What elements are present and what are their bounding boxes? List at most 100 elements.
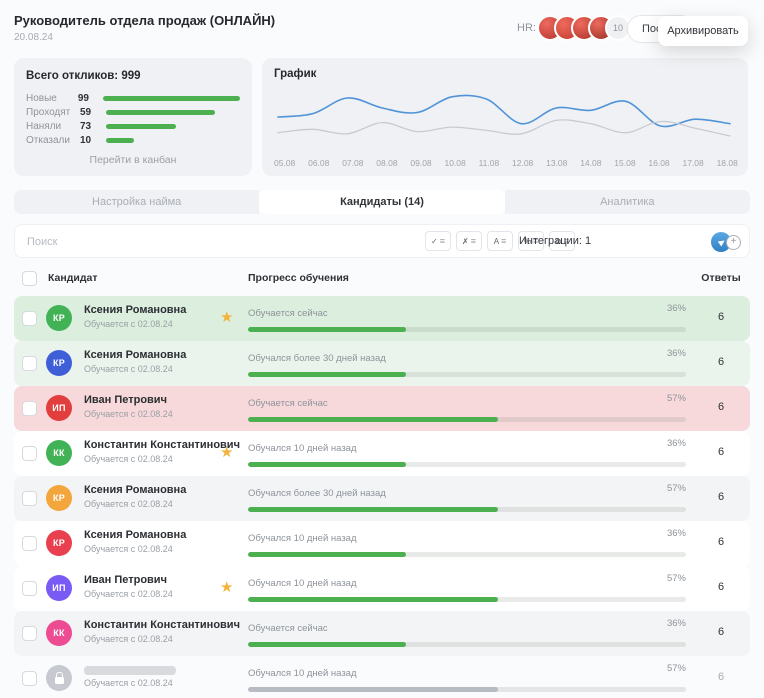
training-status: Обучался более 30 дней назад: [248, 488, 386, 499]
tab-0[interactable]: Настройка найма: [14, 190, 260, 214]
progress-percent: 36%: [666, 303, 686, 314]
answers-count: 6: [717, 626, 725, 638]
training-progress: Обучается сейчас 57%: [248, 393, 686, 422]
progress-bar: [248, 507, 686, 512]
avatar-initials: КК: [53, 628, 65, 638]
hr-avatar-stack[interactable]: 10: [537, 15, 631, 41]
row-checkbox[interactable]: [22, 626, 37, 641]
progress-fill: [248, 642, 406, 647]
row-checkbox[interactable]: [22, 311, 37, 326]
stat-row: Новые 99: [26, 91, 241, 105]
gray-series: [277, 119, 731, 137]
add-integration-button[interactable]: +: [726, 234, 741, 250]
avatar: КР: [46, 530, 72, 556]
progress-bar: [248, 417, 686, 422]
stat-label: Новые: [26, 92, 57, 104]
table-row[interactable]: КР Ксения Романовна Обучается с 02.08.24…: [14, 521, 750, 566]
candidate-name: Ксения Романовна: [84, 349, 187, 361]
progress-percent: 57%: [666, 573, 686, 584]
candidate-subtitle: Обучается с 02.08.24: [84, 634, 173, 644]
x-tick-label: 14.08: [580, 158, 602, 168]
table-row[interactable]: ИП Иван Петрович Обучается с 02.08.24 Об…: [14, 386, 750, 431]
stat-value: 73: [80, 120, 92, 132]
table-row[interactable]: КР Ксения Романовна Обучается с 02.08.24…: [14, 296, 750, 341]
candidate-name: Константин Константинович: [84, 619, 240, 631]
training-progress: Обучался 10 дней назад 36%: [248, 528, 686, 557]
progress-bar: [248, 462, 686, 467]
kanban-link[interactable]: Перейти в канбан: [14, 154, 252, 166]
letter-filter-button[interactable]: А ≡: [487, 231, 513, 251]
stat-row: Наняли 73: [26, 119, 240, 133]
candidate-info: Иван Петрович Обучается с 02.08.24: [84, 394, 173, 419]
table-row[interactable]: ИП Иван Петрович Обучается с 02.08.24 ★ …: [14, 566, 750, 611]
tab-2[interactable]: Аналитика: [504, 190, 750, 214]
candidate-subtitle: Обучается с 02.08.24: [84, 409, 173, 419]
search-input[interactable]: [27, 232, 327, 252]
column-candidate: Кандидат: [48, 272, 98, 284]
x-tick-label: 09.08: [410, 158, 432, 168]
stat-bar: [106, 137, 134, 143]
progress-bar: [248, 597, 686, 602]
progress-percent: 36%: [666, 348, 686, 359]
row-checkbox[interactable]: [22, 536, 37, 551]
candidate-name: Ксения Романовна: [84, 304, 187, 316]
progress-fill: [248, 372, 406, 377]
x-tick-label: 07.08: [342, 158, 364, 168]
stat-value: 10: [80, 134, 92, 146]
progress-percent: 36%: [666, 618, 686, 629]
x-tick-label: 12.08: [512, 158, 534, 168]
chart-x-axis: 05.08 06.08 07.08 08.08 09.08 10.08 11.08 12.08…: [274, 158, 738, 168]
select-all-checkbox[interactable]: [22, 271, 37, 286]
training-progress: Обучался 10 дней назад 36%: [248, 438, 686, 467]
candidate-name: Ксения Романовна: [84, 529, 187, 541]
candidate-info: Ксения Романовна Обучается с 02.08.24: [84, 349, 186, 374]
check-filter-button[interactable]: ✓ ≡: [425, 231, 451, 251]
table-row[interactable]: КР Ксения Романовна Обучается с 02.08.24…: [14, 476, 750, 521]
tab-1[interactable]: Кандидаты (14): [259, 190, 505, 214]
archive-menu-item[interactable]: Архивировать: [658, 16, 748, 46]
candidate-info: Обучается с 02.08.24: [84, 664, 176, 688]
avatar: КК: [46, 440, 72, 466]
progress-percent: 57%: [666, 663, 686, 674]
row-checkbox[interactable]: [22, 446, 37, 461]
progress-fill: [248, 327, 406, 332]
progress-percent: 57%: [666, 483, 686, 494]
row-checkbox[interactable]: [22, 671, 37, 686]
avatar: КР: [46, 485, 72, 511]
candidate-subtitle: Обучается с 02.08.24: [84, 544, 173, 554]
row-checkbox[interactable]: [22, 356, 37, 371]
progress-percent: 57%: [666, 393, 686, 404]
candidate-info: Ксения Романовна Обучается с 02.08.24: [84, 529, 186, 554]
stat-label: Отказали: [26, 134, 70, 146]
candidate-name: Константин Константинович: [84, 439, 240, 451]
avatar: КК: [46, 620, 72, 646]
candidate-info: Ксения Романовна Обучается с 02.08.24: [84, 484, 186, 509]
answers-count: 6: [717, 536, 725, 548]
row-checkbox[interactable]: [22, 401, 37, 416]
star-icon[interactable]: ★: [220, 308, 233, 326]
star-icon[interactable]: ★: [220, 443, 233, 461]
progress-fill: [248, 552, 406, 557]
progress-percent: 36%: [666, 528, 686, 539]
table-row[interactable]: КК Константин Константинович Обучается с…: [14, 611, 750, 656]
progress-fill: [248, 417, 498, 422]
avatar-initials: КР: [52, 313, 66, 323]
row-checkbox[interactable]: [22, 581, 37, 596]
answers-count: 6: [717, 356, 725, 368]
responses-stats-card: Всего откликов: 999 Новые 99 Проходят 59…: [14, 58, 252, 176]
row-checkbox[interactable]: [22, 491, 37, 506]
table-row[interactable]: Обучается с 02.08.24 Обучался 10 дней на…: [14, 656, 750, 698]
avatar-initials: КК: [53, 448, 65, 458]
progress-fill: [248, 507, 498, 512]
x-tick-label: 15.08: [614, 158, 636, 168]
table-row[interactable]: КР Ксения Романовна Обучается с 02.08.24…: [14, 341, 750, 386]
progress-fill: [248, 687, 498, 692]
table-row[interactable]: КК Константин Константинович Обучается с…: [14, 431, 750, 476]
training-progress: Обучается сейчас 36%: [248, 618, 686, 647]
cross-filter-button[interactable]: ✗ ≡: [456, 231, 482, 251]
training-status: Обучался более 30 дней назад: [248, 353, 386, 364]
candidates-table: КР Ксения Романовна Обучается с 02.08.24…: [14, 296, 750, 698]
star-icon[interactable]: ★: [220, 578, 233, 596]
lock-icon: [54, 671, 64, 684]
x-tick-label: 06.08: [308, 158, 330, 168]
